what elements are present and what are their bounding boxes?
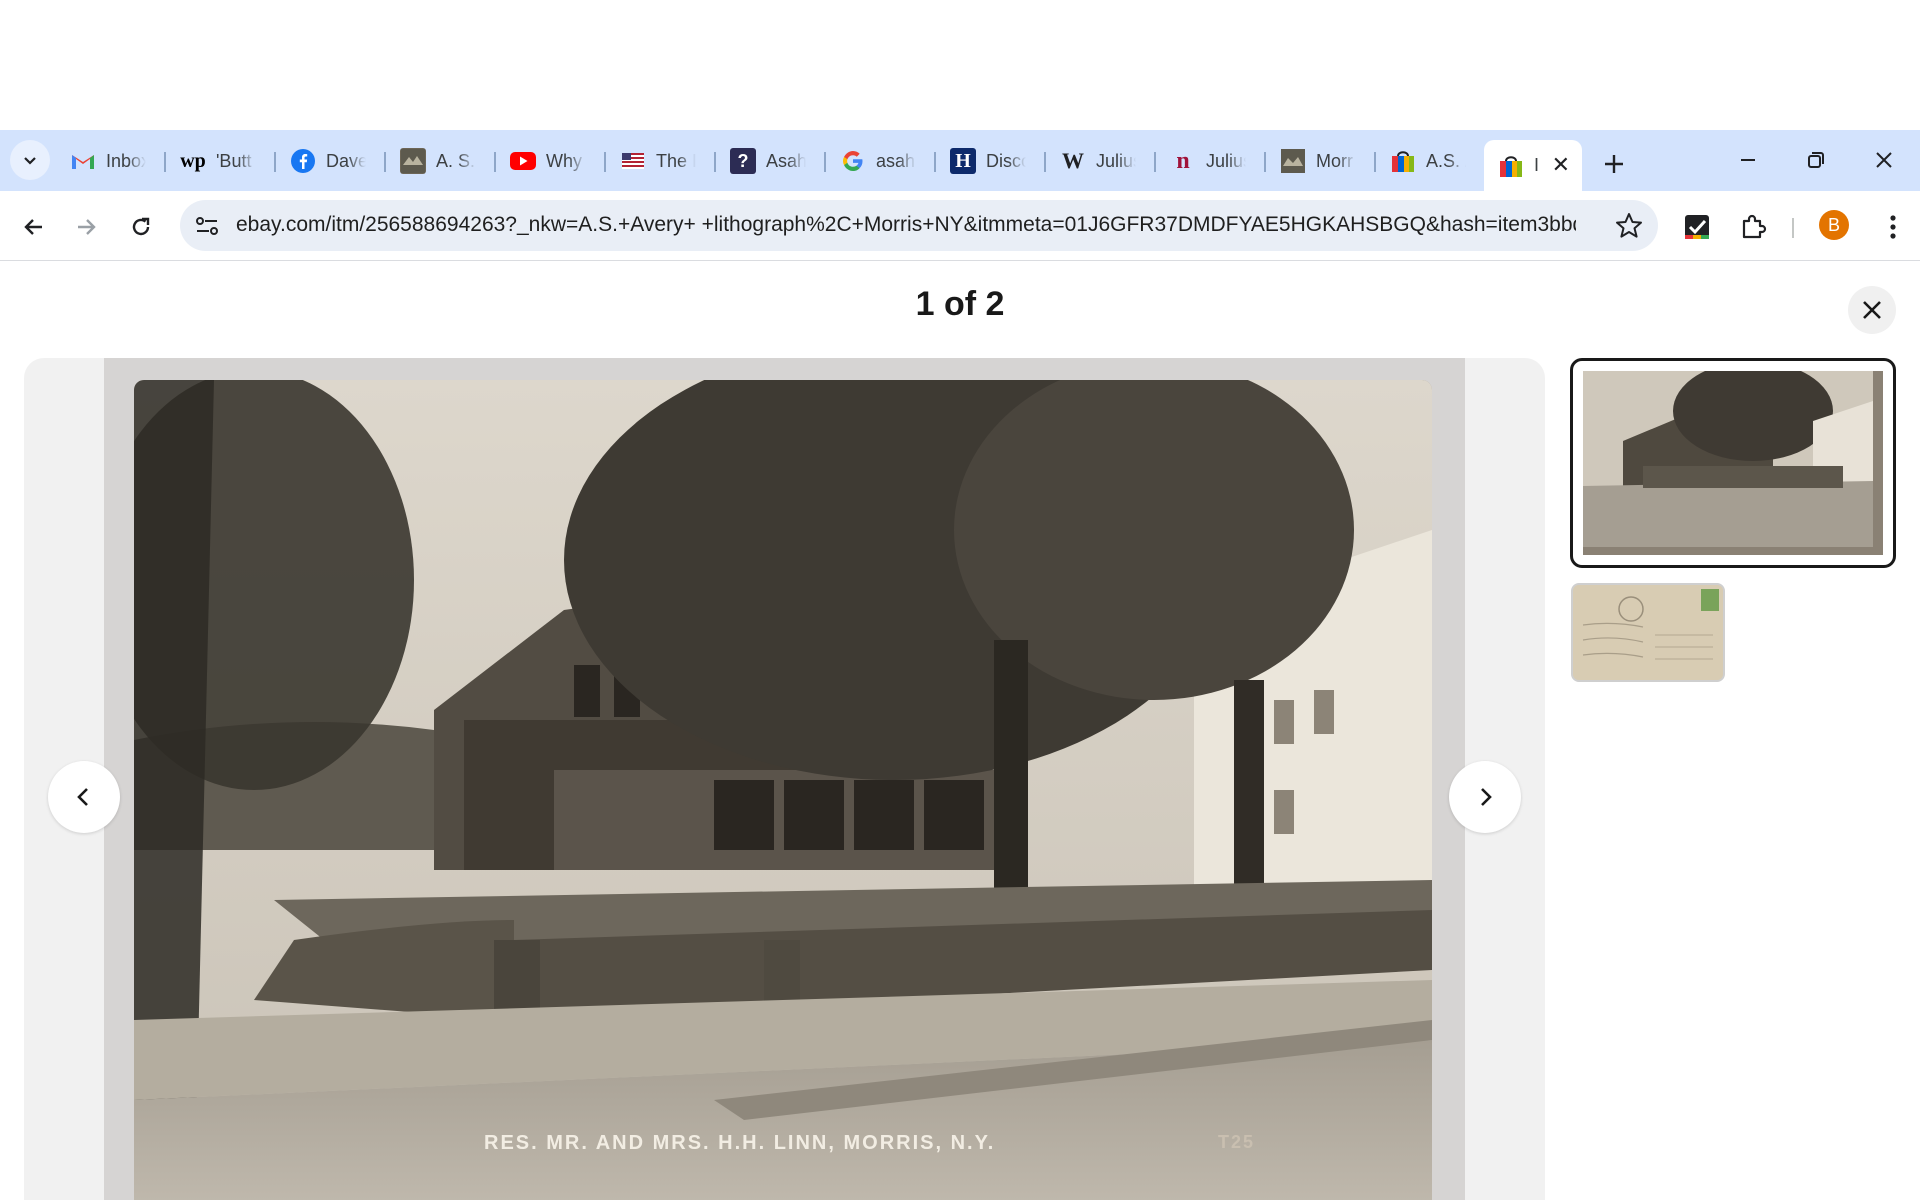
tab-title: Inbox xyxy=(106,150,146,171)
restore-button[interactable] xyxy=(1796,142,1836,178)
desktop-blank-area xyxy=(0,0,1920,130)
tab-washington-post[interactable]: wp 'Butt xyxy=(166,140,274,182)
tab-title: The I xyxy=(656,150,696,171)
reload-button[interactable] xyxy=(121,207,161,247)
close-window-button[interactable] xyxy=(1864,142,1904,178)
tab-title: Why xyxy=(546,150,582,171)
postcard-number: T25 xyxy=(1218,1132,1256,1152)
tab-title: asah xyxy=(876,150,916,171)
sepia-photo-icon xyxy=(1280,148,1306,174)
address-bar[interactable]: ebay.com/itm/256588694263?_nkw=A.S.+Aver… xyxy=(180,200,1658,251)
extension-checklist-button[interactable] xyxy=(1681,211,1713,243)
tab-the-flag[interactable]: The I xyxy=(606,140,714,182)
image-counter: 1 of 2 xyxy=(915,285,1005,323)
thumbnail-photo-front xyxy=(1583,371,1883,555)
tab-ebay-active[interactable]: I ✕ xyxy=(1484,140,1582,191)
arrow-left-icon xyxy=(24,219,42,235)
ebay-bag-icon xyxy=(1498,153,1524,179)
forward-button[interactable] xyxy=(66,207,106,247)
reload-icon xyxy=(132,217,150,236)
close-icon xyxy=(1876,152,1892,168)
plus-icon xyxy=(1605,155,1623,173)
tab-asah-question[interactable]: ? Asah xyxy=(716,140,824,182)
tab-discovery[interactable]: H Disco xyxy=(936,140,1044,182)
minimize-button[interactable] xyxy=(1728,142,1768,178)
tab-wikipedia[interactable]: W Julius xyxy=(1046,140,1154,182)
tab-title: Asah xyxy=(766,150,806,171)
chrome-menu-button[interactable] xyxy=(1877,211,1909,243)
url-text[interactable]: ebay.com/itm/256588694263?_nkw=A.S.+Aver… xyxy=(236,213,1576,237)
minimize-icon xyxy=(1741,159,1755,161)
washington-post-icon: wp xyxy=(180,149,206,172)
tab-title: 'Butt xyxy=(216,150,252,171)
tab-julius-n[interactable]: n Julius xyxy=(1156,140,1264,182)
arrow-right-icon xyxy=(78,219,96,235)
tab-title: A. S. xyxy=(436,150,476,171)
tab-ebay-as[interactable]: A.S. / xyxy=(1376,140,1484,182)
back-button[interactable] xyxy=(14,207,54,247)
tab-title: A.S. / xyxy=(1426,150,1466,171)
question-icon: ? xyxy=(730,148,756,174)
thumbnail-1-selected[interactable] xyxy=(1570,358,1896,568)
close-icon xyxy=(1863,301,1881,319)
gmail-icon xyxy=(70,148,96,174)
previous-image-button[interactable] xyxy=(48,761,120,833)
youtube-icon xyxy=(510,148,536,174)
h-icon: H xyxy=(950,148,976,174)
postcard-photo[interactable]: RES. MR. AND MRS. H.H. LINN, MORRIS, N.Y… xyxy=(134,380,1432,1200)
new-tab-button[interactable] xyxy=(1596,146,1632,182)
google-icon xyxy=(840,148,866,174)
checkbox-extension-icon xyxy=(1685,215,1709,239)
wikipedia-icon: W xyxy=(1062,148,1084,173)
sepia-photo-icon xyxy=(400,148,426,174)
tab-google-search[interactable]: asah xyxy=(826,140,934,182)
tab-strip: Inbox wp 'Butt Dave A. S. Why The I ? As xyxy=(0,130,1920,191)
kebab-menu-icon xyxy=(1890,215,1896,239)
tab-title: Julius xyxy=(1096,150,1136,171)
postcard-caption: RES. MR. AND MRS. H.H. LINN, MORRIS, N.Y… xyxy=(484,1132,996,1154)
restore-icon xyxy=(1808,152,1824,168)
main-image-frame: RES. MR. AND MRS. H.H. LINN, MORRIS, N.Y… xyxy=(104,358,1465,1200)
tab-title: Julius xyxy=(1206,150,1246,171)
close-viewer-button[interactable] xyxy=(1848,286,1896,334)
tab-title: Morr xyxy=(1316,150,1353,171)
tab-morris-photo[interactable]: Morr xyxy=(1266,140,1374,182)
flag-icon xyxy=(620,148,646,174)
tab-youtube[interactable]: Why xyxy=(496,140,604,182)
tab-title: I xyxy=(1534,155,1540,175)
profile-avatar[interactable]: B xyxy=(1819,210,1849,240)
chevron-left-icon xyxy=(77,788,88,806)
tab-close-icon[interactable]: ✕ xyxy=(1552,152,1570,178)
chevron-right-icon xyxy=(1481,788,1492,806)
tab-facebook[interactable]: Dave xyxy=(276,140,384,182)
chevron-down-icon xyxy=(24,157,36,165)
browser-toolbar: ebay.com/itm/256588694263?_nkw=A.S.+Aver… xyxy=(0,191,1920,261)
ebay-bag-icon xyxy=(1390,148,1416,174)
thumbnail-2-back[interactable] xyxy=(1571,583,1725,682)
tab-as-photo[interactable]: A. S. xyxy=(386,140,494,182)
facebook-icon xyxy=(290,148,316,174)
n-icon: n xyxy=(1176,147,1190,174)
tab-search-button[interactable] xyxy=(10,140,50,180)
next-image-button[interactable] xyxy=(1449,761,1521,833)
puzzle-icon xyxy=(1742,214,1767,239)
bookmark-star-icon[interactable] xyxy=(1614,211,1644,241)
extensions-button[interactable] xyxy=(1737,211,1769,243)
toolbar-separator xyxy=(1792,218,1794,238)
site-settings-icon[interactable] xyxy=(194,213,220,239)
tab-gmail[interactable]: Inbox xyxy=(56,140,164,182)
tab-title: Disco xyxy=(986,150,1026,171)
tab-title: Dave xyxy=(326,150,366,171)
